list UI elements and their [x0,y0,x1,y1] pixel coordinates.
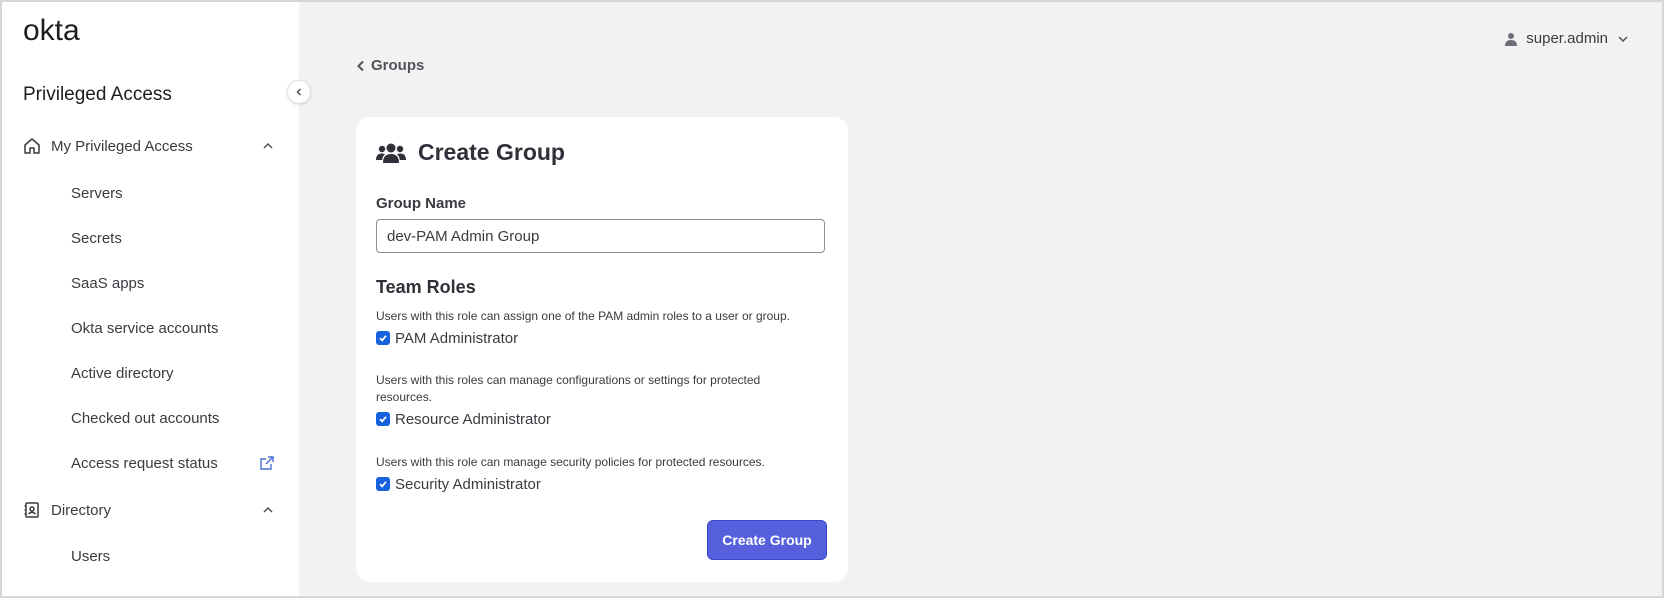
okta-logo-text: okta [23,16,80,46]
sidebar-item-label: Users [71,547,111,565]
checkbox-checked-icon[interactable] [376,477,390,491]
sidebar-item-access-request-status[interactable]: Access request status [71,451,275,475]
checkbox-label: Security Administrator [395,475,541,493]
app-title: Privileged Access [23,84,172,105]
sidebar-item-okta-service-accounts[interactable]: Okta service accounts [71,316,275,340]
collapse-sidebar-button[interactable] [287,80,311,104]
group-name-label: Group Name [376,195,467,212]
group-name-input[interactable] [376,219,825,253]
card-header: Create Group [376,139,565,166]
sidebar-item-label: SaaS apps [71,274,145,292]
home-icon [23,137,41,155]
sidebar-item-label: Secrets [71,229,122,247]
breadcrumb-back-link[interactable]: Groups [356,57,424,74]
role-description: Users with this role can assign one of t… [376,309,790,323]
checkbox-checked-icon[interactable] [376,331,390,345]
breadcrumb-label: Groups [371,57,425,74]
sidebar-item-users[interactable]: Users [71,544,275,568]
external-link-icon [259,455,275,471]
chevron-down-icon [1616,32,1630,46]
directory-icon [23,501,41,519]
create-group-card: Create Group Group Name Team Roles Users… [356,117,848,582]
checkbox-label: Resource Administrator [395,410,551,428]
sidebar-section-label: My Privileged Access [51,137,193,155]
security-administrator-checkbox[interactable]: Security Administrator [376,475,541,493]
sidebar-item-saas-apps[interactable]: SaaS apps [71,271,275,295]
sidebar-item-checked-out-accounts[interactable]: Checked out accounts [71,406,275,430]
sidebar-item-servers[interactable]: Servers [71,181,275,205]
sidebar: okta Privileged Access My Privileged Acc… [0,0,299,598]
user-icon [1504,32,1518,46]
checkbox-checked-icon[interactable] [376,412,390,426]
chevron-left-icon [296,88,302,96]
checkbox-label: PAM Administrator [395,329,519,347]
resource-administrator-checkbox[interactable]: Resource Administrator [376,410,551,428]
role-description: Users with this roles can manage configu… [376,373,761,404]
create-group-button[interactable]: Create Group [707,520,827,560]
user-name: super.admin [1526,30,1608,47]
sidebar-item-active-directory[interactable]: Active directory [71,361,275,385]
pam-administrator-checkbox[interactable]: PAM Administrator [376,329,518,347]
sidebar-section-directory[interactable]: Directory [23,498,275,522]
sidebar-item-label: Access request status [71,454,218,472]
sidebar-item-secrets[interactable]: Secrets [71,226,275,250]
sidebar-item-label: Okta service accounts [71,319,219,337]
sidebar-item-label: Servers [71,184,123,202]
sidebar-item-label: Checked out accounts [71,409,220,427]
okta-logo: okta [23,14,93,51]
chevron-up-icon[interactable] [261,139,275,153]
group-icon [376,142,406,164]
user-menu[interactable]: super.admin [1504,30,1630,47]
sidebar-section-my-privileged-access[interactable]: My Privileged Access [23,134,275,158]
page-title: Create Group [418,139,565,165]
team-roles-title: Team Roles [376,277,476,297]
chevron-up-icon[interactable] [261,503,275,517]
role-description: Users with this role can manage security… [376,455,765,469]
chevron-left-icon [356,60,366,72]
sidebar-item-label: Active directory [71,364,174,382]
sidebar-section-label: Directory [51,501,112,519]
